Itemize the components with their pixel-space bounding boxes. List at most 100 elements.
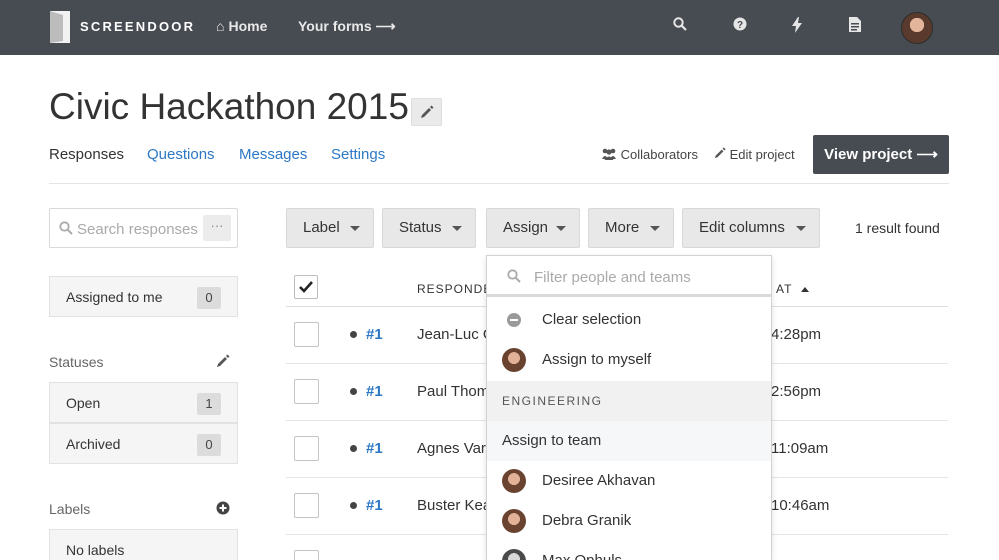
edit-statuses-pencil-icon[interactable] <box>216 354 230 368</box>
person-name: Max Ophuls <box>542 552 622 560</box>
filter-label: Assigned to me <box>66 289 163 305</box>
more-button-text: More <box>605 219 640 236</box>
edit-columns-button[interactable]: Edit columns <box>682 208 820 248</box>
person-option[interactable]: Debra Granik <box>487 501 771 541</box>
top-navbar: SCREENDOOR ⌂ Home Your forms ⟶ ? <box>0 0 999 55</box>
filter-label: Open <box>66 395 101 411</box>
unread-dot-icon <box>350 331 357 338</box>
submitted-time: 11:09am <box>771 440 829 457</box>
select-all-checkbox[interactable] <box>294 275 318 299</box>
nav-forms-link[interactable]: Your forms ⟶ <box>298 18 396 35</box>
tab-questions[interactable]: Questions <box>147 146 215 163</box>
svg-text:?: ? <box>737 20 743 31</box>
team-group-heading: ENGINEERING <box>487 381 771 421</box>
assign-button-text: Assign <box>503 219 549 236</box>
search-icon <box>507 269 521 283</box>
status-dropdown-button[interactable]: Status <box>382 208 476 248</box>
search-responses-input[interactable] <box>77 218 203 240</box>
respondent-name: Paul Thomas <box>417 383 487 400</box>
result-count: 1 result found <box>855 220 940 236</box>
caret-down-icon <box>452 226 462 231</box>
caret-down-icon <box>796 226 806 231</box>
edit-project-label: Edit project <box>729 147 795 162</box>
assign-dropdown-button[interactable]: Assign <box>486 208 580 248</box>
avatar <box>502 469 526 493</box>
person-name: Debra Granik <box>542 512 632 529</box>
collaborators-label: Collaborators <box>620 147 698 162</box>
count-badge: 0 <box>197 287 221 309</box>
tab-responses[interactable]: Responses <box>49 146 124 163</box>
filter-status-open[interactable]: Open 1 <box>49 382 238 423</box>
filter-assigned-to-me[interactable]: Assigned to me 0 <box>49 276 238 317</box>
avatar <box>502 509 526 533</box>
row-checkbox[interactable] <box>294 379 319 404</box>
help-icon[interactable]: ? <box>731 17 749 35</box>
response-id-link[interactable]: #1 <box>366 440 383 457</box>
avatar <box>502 549 526 560</box>
labels-heading: Labels <box>49 501 91 517</box>
edit-columns-text: Edit columns <box>699 219 785 236</box>
more-dropdown-button[interactable]: More <box>588 208 674 248</box>
search-icon <box>59 221 73 235</box>
assign-to-myself-option[interactable]: Assign to myself <box>487 340 771 380</box>
filter-label: Archived <box>66 436 121 452</box>
column-header-respondent[interactable]: RESPONDE <box>417 282 492 296</box>
label-dropdown-button[interactable]: Label <box>286 208 374 248</box>
user-avatar[interactable] <box>901 12 933 44</box>
avatar <box>502 348 526 372</box>
brand-name[interactable]: SCREENDOOR <box>80 19 195 34</box>
respondent-name: Buster Keaton <box>417 497 487 514</box>
nav-home-link[interactable]: ⌂ Home <box>216 18 267 34</box>
tab-messages[interactable]: Messages <box>239 146 307 163</box>
search-responses-box: ··· <box>49 208 238 248</box>
pencil-icon <box>421 105 434 118</box>
status-button-text: Status <box>399 219 442 236</box>
unread-dot-icon <box>350 502 357 509</box>
caret-down-icon <box>556 226 566 231</box>
option-label: Assign to team <box>502 432 602 449</box>
respondent-name: Jean-Luc Godard <box>417 326 487 343</box>
search-icon[interactable] <box>671 17 689 35</box>
count-badge: 1 <box>197 393 221 415</box>
document-icon[interactable] <box>846 17 864 35</box>
edit-title-button[interactable] <box>411 98 442 126</box>
tab-settings[interactable]: Settings <box>331 146 385 163</box>
person-option[interactable]: Desiree Akhavan <box>487 461 771 501</box>
person-option[interactable]: Max Ophuls <box>487 541 771 560</box>
column-header-date[interactable]: AT <box>776 282 809 296</box>
view-project-button[interactable]: View project ⟶ <box>813 135 949 174</box>
sort-up-icon <box>800 287 809 292</box>
response-id-link[interactable]: #1 <box>366 383 383 400</box>
column-header-at-label: AT <box>776 282 793 296</box>
nav-home-label: Home <box>228 18 268 34</box>
submitted-time: 10:46am <box>771 497 830 514</box>
row-checkbox[interactable] <box>294 322 319 347</box>
response-id-link[interactable]: #1 <box>366 326 383 343</box>
edit-project-link[interactable]: Edit project <box>714 147 795 162</box>
page-title: Civic Hackathon 2015 <box>49 86 409 127</box>
row-checkbox[interactable] <box>294 436 319 461</box>
screendoor-logo-icon[interactable] <box>50 11 70 43</box>
search-options-button[interactable]: ··· <box>203 215 231 241</box>
caret-down-icon <box>350 226 360 231</box>
statuses-heading: Statuses <box>49 354 104 370</box>
row-checkbox[interactable] <box>294 493 319 518</box>
pencil-icon <box>714 147 726 159</box>
clear-selection-option[interactable]: Clear selection <box>487 300 771 340</box>
person-name: Desiree Akhavan <box>542 472 656 489</box>
label-button-text: Label <box>303 219 340 236</box>
filter-status-archived[interactable]: Archived 0 <box>49 423 238 464</box>
filter-people-box <box>487 256 771 297</box>
unread-dot-icon <box>350 388 357 395</box>
assign-dropdown-menu: Clear selection Assign to myself ENGINEE… <box>486 255 772 560</box>
checkmark-icon <box>299 281 313 293</box>
collaborators-link[interactable]: Collaborators <box>601 147 698 162</box>
row-checkbox[interactable] <box>294 550 319 560</box>
response-id-link[interactable]: #1 <box>366 497 383 514</box>
filter-people-input[interactable] <box>534 267 754 287</box>
count-badge: 0 <box>197 434 221 456</box>
assign-to-team-option[interactable]: Assign to team <box>487 421 771 461</box>
no-labels-box: No labels <box>49 529 238 560</box>
lightning-icon[interactable] <box>788 17 806 35</box>
add-label-plus-icon[interactable] <box>216 501 230 515</box>
